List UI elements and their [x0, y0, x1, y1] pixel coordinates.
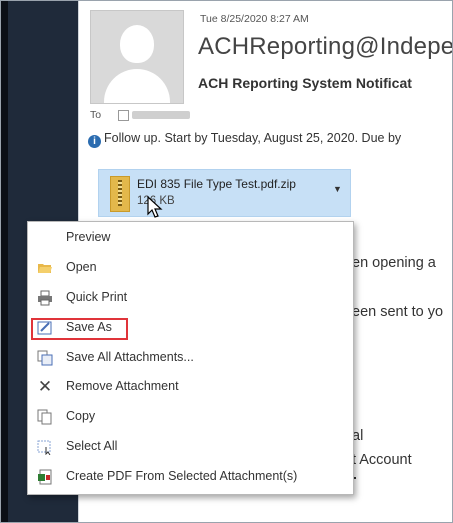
save-all-icon — [37, 350, 53, 366]
followup-banner: i Follow up. Start by Tuesday, August 25,… — [88, 131, 401, 148]
to-label: To — [90, 109, 102, 121]
menu-item-label: Preview — [66, 230, 111, 244]
menu-item-label: Create PDF From Selected Attachment(s) — [66, 469, 298, 483]
avatar-body-icon — [104, 69, 170, 103]
menu-item-label: Copy — [66, 409, 96, 423]
folder-open-icon — [37, 260, 53, 276]
menu-item-label: Save As — [66, 320, 112, 334]
menu-item-remove-attachment[interactable]: ✕ Remove Attachment — [28, 375, 353, 399]
chevron-down-icon[interactable]: ▼ — [333, 184, 342, 194]
avatar-head-icon — [120, 25, 154, 63]
menu-item-save-all[interactable]: Save All Attachments... — [28, 346, 353, 370]
pdf-icon — [37, 469, 53, 485]
recipient-checkbox[interactable] — [118, 110, 129, 121]
attachment-chip[interactable]: EDI 835 File Type Test.pdf.zip 126 KB ▼ — [98, 169, 351, 217]
menu-item-select-all[interactable]: Select All — [28, 435, 353, 459]
followup-text: Follow up. Start by Tuesday, August 25, … — [104, 131, 402, 145]
menu-item-label: Save All Attachments... — [66, 350, 194, 364]
menu-item-label: Remove Attachment — [66, 379, 179, 393]
body-text-line: en opening a — [352, 255, 436, 271]
menu-item-label: Quick Print — [66, 290, 128, 304]
menu-item-copy[interactable]: Copy — [28, 405, 353, 429]
sender-avatar — [90, 10, 184, 104]
menu-item-label: Open — [66, 260, 97, 274]
menu-item-open[interactable]: Open — [28, 256, 353, 280]
printer-icon — [37, 290, 53, 306]
info-icon: i — [88, 135, 101, 148]
close-icon: ✕ — [37, 377, 53, 396]
window-edge — [0, 0, 8, 523]
recipient-name-redacted[interactable] — [132, 111, 190, 119]
zip-file-icon — [110, 176, 130, 212]
message-subject: ACH Reporting System Notificat — [198, 75, 412, 91]
body-text-line: t Account — [352, 452, 412, 468]
attachment-name: EDI 835 File Type Test.pdf.zip — [137, 177, 296, 191]
menu-item-label: Select All — [66, 439, 118, 453]
sender-address[interactable]: ACHReporting@Indepe — [198, 33, 453, 61]
attachment-context-menu: Preview Open Quick Print Save As Save Al… — [27, 221, 354, 495]
select-all-icon — [37, 439, 53, 456]
menu-item-save-as[interactable]: Save As — [28, 316, 353, 340]
copy-icon — [37, 409, 53, 425]
menu-item-quick-print[interactable]: Quick Print — [28, 286, 353, 310]
menu-item-preview[interactable]: Preview — [28, 226, 353, 250]
menu-item-create-pdf[interactable]: Create PDF From Selected Attachment(s) — [28, 465, 353, 489]
save-as-icon — [37, 320, 53, 336]
body-text-line: een sent to yo — [352, 304, 444, 320]
mouse-cursor-icon — [147, 196, 163, 218]
message-date: Tue 8/25/2020 8:27 AM — [200, 13, 309, 25]
